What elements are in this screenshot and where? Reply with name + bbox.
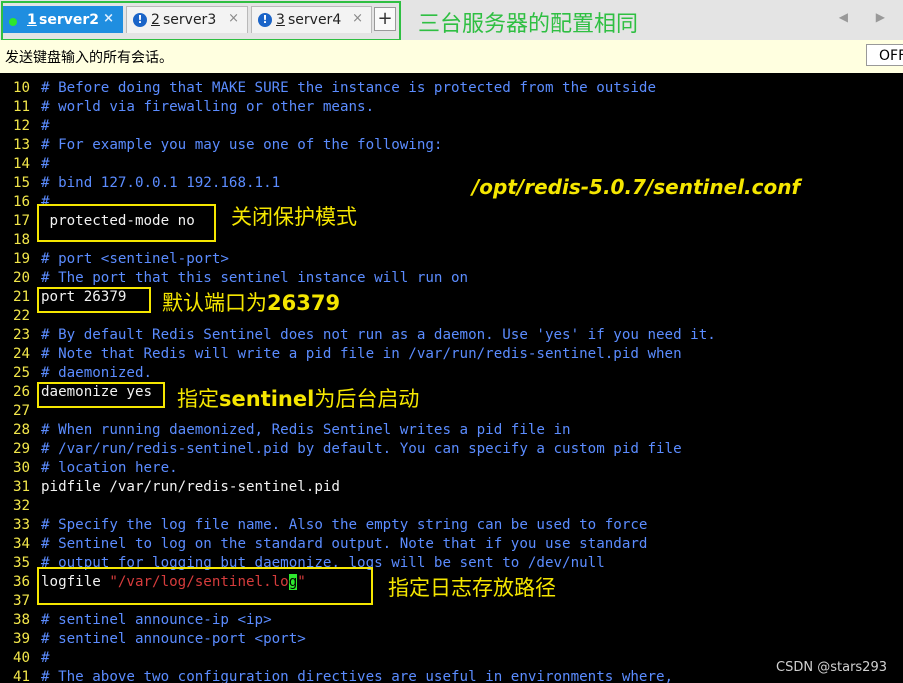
port-annotation: 默认端口为26379 bbox=[162, 287, 340, 317]
line-code: # world via firewalling or other means. bbox=[41, 99, 375, 115]
line-number: 16 bbox=[13, 194, 31, 210]
line-number: 22 bbox=[13, 308, 31, 324]
port-highlight bbox=[37, 287, 151, 313]
watermark: CSDN @stars293 bbox=[776, 660, 887, 675]
line-number: 27 bbox=[13, 403, 31, 419]
line-code: # daemonized. bbox=[41, 365, 153, 381]
port-annotation-text: 26379 bbox=[267, 291, 341, 315]
tab-annotation: 三台服务器的配置相同 bbox=[418, 12, 639, 37]
tab-bar: 1 server2 × ! 2 server3 × ! 3 server4 × … bbox=[0, 0, 903, 41]
line-number: 30 bbox=[13, 460, 31, 476]
line-number: 12 bbox=[13, 118, 31, 134]
daemonize-annotation-text: 指定 bbox=[177, 387, 219, 411]
logfile-annotation: 指定日志存放路径 bbox=[388, 572, 556, 602]
line-code: # sentinel announce-port <port> bbox=[41, 631, 306, 647]
line-number: 25 bbox=[13, 365, 31, 381]
send-to-all-label: 发送键盘输入的所有会话。 bbox=[5, 50, 173, 66]
line-number: 26 bbox=[13, 384, 31, 400]
line-code: # bbox=[41, 118, 50, 134]
line-number: 10 bbox=[13, 80, 31, 96]
line-number: 34 bbox=[13, 536, 31, 552]
terminal[interactable]: 10 # Before doing that MAKE SURE the inst… bbox=[0, 73, 903, 683]
daemonize-annotation-text: sentinel bbox=[219, 387, 315, 411]
daemonize-highlight bbox=[37, 382, 165, 408]
line-number: 36 bbox=[13, 574, 31, 590]
line-number: 33 bbox=[13, 517, 31, 533]
send-to-all-bar: 发送键盘输入的所有会话。 OFF bbox=[0, 40, 903, 74]
line-number: 18 bbox=[13, 232, 31, 248]
protected-mode-annotation-text: 关闭保护模式 bbox=[231, 205, 357, 229]
line-number: 17 bbox=[13, 213, 31, 229]
line-number: 29 bbox=[13, 441, 31, 457]
line-code: # By default Redis Sentinel does not run… bbox=[41, 327, 716, 343]
line-number: 20 bbox=[13, 270, 31, 286]
line-number: 31 bbox=[13, 479, 31, 495]
line-code: # bbox=[41, 650, 50, 666]
config-path-annotation: /opt/redis-5.0.7/sentinel.conf bbox=[472, 175, 801, 199]
line-code: # Note that Redis will write a pid file … bbox=[41, 346, 682, 362]
line-code: pidfile /var/run/redis-sentinel.pid bbox=[41, 479, 340, 495]
line-number: 23 bbox=[13, 327, 31, 343]
line-number: 41 bbox=[13, 669, 31, 683]
line-number: 19 bbox=[13, 251, 31, 267]
line-number: 11 bbox=[13, 99, 31, 115]
line-code: # Before doing that MAKE SURE the instan… bbox=[41, 80, 656, 96]
line-code: # When running daemonized, Redis Sentine… bbox=[41, 422, 571, 438]
tab-scroll-arrows[interactable]: ◀ ▶ bbox=[839, 10, 897, 24]
line-number: 35 bbox=[13, 555, 31, 571]
line-number: 39 bbox=[13, 631, 31, 647]
line-number: 28 bbox=[13, 422, 31, 438]
line-code: # bind 127.0.0.1 192.168.1.1 bbox=[41, 175, 281, 191]
logfile-annotation-text: 指定日志存放路径 bbox=[388, 576, 556, 600]
line-number: 40 bbox=[13, 650, 31, 666]
line-number: 13 bbox=[13, 137, 31, 153]
line-code: # /var/run/redis-sentinel.pid by default… bbox=[41, 441, 682, 457]
line-code: # The port that this sentinel instance w… bbox=[41, 270, 469, 286]
protected-mode-highlight bbox=[37, 204, 216, 242]
daemonize-annotation: 指定sentinel为后台启动 bbox=[177, 383, 419, 413]
line-number: 32 bbox=[13, 498, 31, 514]
tab-group-highlight bbox=[1, 1, 401, 41]
line-number: 14 bbox=[13, 156, 31, 172]
line-number: 24 bbox=[13, 346, 31, 362]
line-number: 37 bbox=[13, 593, 31, 609]
line-code: # bbox=[41, 156, 50, 172]
protected-mode-annotation: 关闭保护模式 bbox=[231, 201, 357, 231]
line-number: 15 bbox=[13, 175, 31, 191]
line-code: # location here. bbox=[41, 460, 178, 476]
logfile-highlight bbox=[37, 567, 373, 605]
line-number: 21 bbox=[13, 289, 31, 305]
line-code: # For example you may use one of the fol… bbox=[41, 137, 443, 153]
line-code: # The above two configuration directives… bbox=[41, 669, 674, 683]
port-annotation-text: 默认端口为 bbox=[162, 291, 267, 315]
send-to-all-toggle[interactable]: OFF bbox=[866, 44, 903, 66]
line-code: # Specify the log file name. Also the em… bbox=[41, 517, 648, 533]
line-code: # port <sentinel-port> bbox=[41, 251, 229, 267]
line-code: # Sentinel to log on the standard output… bbox=[41, 536, 648, 552]
line-number: 38 bbox=[13, 612, 31, 628]
line-code: # sentinel announce-ip <ip> bbox=[41, 612, 272, 628]
daemonize-annotation-text: 为后台启动 bbox=[314, 387, 420, 411]
